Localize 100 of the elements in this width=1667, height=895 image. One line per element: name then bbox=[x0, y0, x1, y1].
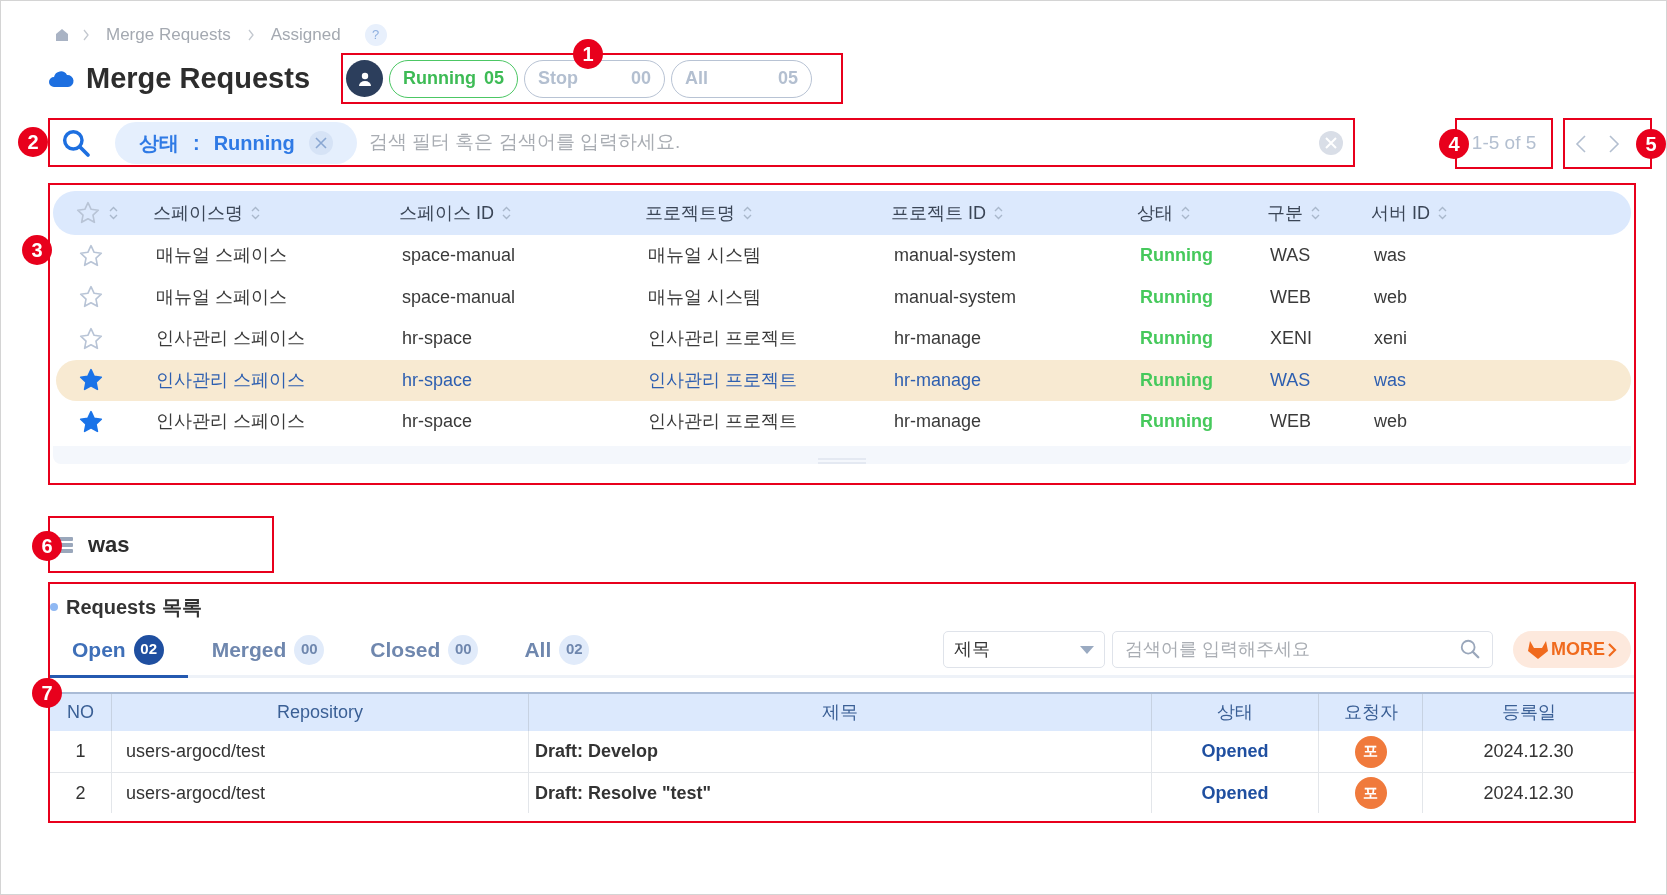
chip-key: 상태 bbox=[139, 127, 179, 158]
column-header[interactable]: 스페이스명 bbox=[153, 199, 243, 227]
table-cell-text: 1 bbox=[75, 740, 86, 763]
fox-icon bbox=[1527, 639, 1549, 660]
search-field[interactable]: 검색어를 입력해주세요 bbox=[1112, 631, 1493, 668]
resize-handle-icon[interactable] bbox=[818, 457, 866, 464]
sort-icon[interactable] bbox=[251, 206, 260, 220]
table-cell-text: 인사관리 스페이스 bbox=[156, 327, 306, 351]
column-header: NO bbox=[67, 701, 94, 724]
callout-badge: 3 bbox=[22, 235, 52, 265]
dropdown-icon bbox=[1080, 645, 1094, 654]
table-cell-text: 인사관리 프로젝트 bbox=[648, 410, 798, 434]
table-cell-text: users-argocd/test bbox=[126, 781, 266, 805]
column-header[interactable]: 상태 bbox=[1137, 199, 1173, 227]
column-header: 등록일 bbox=[1501, 701, 1556, 724]
chip-separator: : bbox=[193, 130, 200, 156]
table-cell-text: space-manual bbox=[402, 285, 517, 309]
tab[interactable]: Closed 00 bbox=[348, 622, 501, 677]
column-header[interactable]: 프로젝트 ID bbox=[891, 199, 986, 227]
home-icon[interactable] bbox=[54, 27, 70, 43]
column-header: 상태 bbox=[1217, 701, 1253, 724]
table-cell-text: hr-manage bbox=[894, 368, 983, 392]
table-cell-text: WEB bbox=[1270, 410, 1312, 434]
clear-icon[interactable] bbox=[1319, 130, 1344, 155]
avatar-icon[interactable] bbox=[346, 60, 383, 97]
table-cell-text: xeni bbox=[1374, 327, 1409, 351]
previous-page-icon[interactable] bbox=[1575, 133, 1588, 154]
table-cell-text: Draft: Develop bbox=[535, 740, 659, 763]
table-cell-text: web bbox=[1374, 410, 1409, 434]
table-cell-text: hr-space bbox=[402, 368, 474, 392]
table-cell-text: was bbox=[1374, 244, 1407, 268]
star-icon[interactable] bbox=[78, 325, 104, 352]
table-cell-text: 매뉴얼 스페이스 bbox=[156, 285, 288, 309]
chip-value: Running bbox=[213, 130, 295, 156]
table-cell-text: hr-space bbox=[402, 410, 474, 434]
status-text: Running bbox=[1140, 368, 1214, 392]
server-name: was bbox=[88, 531, 130, 559]
table-row[interactable]: 인사관리 스페이스 hr-space 인사관리 프로젝트 hr-manage Running WEB web bbox=[56, 401, 1631, 443]
table-cell-text: was bbox=[1374, 368, 1407, 392]
cloud-icon bbox=[48, 69, 74, 88]
table-cell-text: 매뉴얼 시스템 bbox=[648, 244, 762, 268]
sort-icon[interactable] bbox=[1438, 206, 1447, 220]
close-icon[interactable] bbox=[308, 130, 333, 155]
table-row[interactable]: 매뉴얼 스페이스 space-manual 매뉴얼 시스템 manual-system Running WEB web bbox=[56, 276, 1631, 318]
star-icon[interactable] bbox=[78, 242, 104, 269]
table-cell-text: XENI bbox=[1270, 327, 1313, 351]
table-cell-text: 인사관리 프로젝트 bbox=[648, 368, 798, 392]
table-cell-text: 인사관리 스페이스 bbox=[156, 410, 306, 434]
table-cell-text: 2 bbox=[75, 781, 86, 805]
sort-icon[interactable] bbox=[1181, 206, 1190, 220]
page-title: Merge Requests bbox=[86, 60, 311, 96]
table-cell-text: manual-system bbox=[894, 285, 1018, 309]
search-input[interactable]: 검색 필터 혹은 검색어를 입력하세요. bbox=[368, 128, 1320, 157]
table-cell-text: 매뉴얼 시스템 bbox=[648, 285, 762, 309]
table-cell-text: WEB bbox=[1270, 285, 1312, 309]
callout-badge: 7 bbox=[32, 678, 62, 708]
callout-badge: 6 bbox=[32, 531, 62, 561]
sort-icon[interactable] bbox=[743, 206, 752, 220]
pagination-range: 1-5 of 5 bbox=[1471, 131, 1537, 156]
filter-select[interactable]: 제목 bbox=[943, 631, 1105, 668]
next-page-icon[interactable] bbox=[1607, 133, 1620, 154]
table-cell-text: 2024.12.30 bbox=[1483, 781, 1574, 805]
filter-chip[interactable]: 상태 : Running bbox=[115, 121, 357, 164]
table-row[interactable]: 인사관리 스페이스 hr-space 인사관리 프로젝트 hr-manage Running XENI xeni bbox=[56, 318, 1631, 360]
table-cell-text: manual-system bbox=[894, 244, 1018, 268]
search-icon[interactable] bbox=[1459, 638, 1481, 660]
requester-avatar: 포 bbox=[1354, 777, 1387, 809]
status-text: Opened bbox=[1201, 740, 1269, 763]
callout-badge: 2 bbox=[18, 127, 48, 157]
sort-icon[interactable] bbox=[994, 206, 1003, 220]
table-cell-text: web bbox=[1374, 285, 1409, 309]
sort-icon[interactable] bbox=[1311, 206, 1320, 220]
table-cell-text: WAS bbox=[1270, 368, 1312, 392]
star-icon[interactable] bbox=[75, 200, 101, 226]
requester-avatar: 포 bbox=[1354, 735, 1387, 768]
bullet-icon bbox=[50, 603, 58, 611]
table-row[interactable]: 매뉴얼 스페이스 space-manual 매뉴얼 시스템 manual-system Running WAS was bbox=[56, 235, 1631, 277]
tab[interactable]: All 02 bbox=[502, 622, 612, 677]
column-header[interactable]: 스페이스 ID bbox=[399, 199, 494, 227]
status-text: Running bbox=[1140, 244, 1214, 268]
table-cell-text: hr-manage bbox=[894, 410, 983, 434]
tab[interactable]: Merged 00 bbox=[189, 622, 347, 677]
table-cell-text: Draft: Resolve "test" bbox=[535, 781, 712, 805]
star-icon[interactable] bbox=[78, 408, 104, 435]
section-title: Requests 목록 bbox=[66, 595, 202, 620]
tab[interactable]: Open 02 bbox=[50, 624, 188, 678]
table-cell-text: 2024.12.30 bbox=[1483, 740, 1574, 763]
column-header[interactable]: 프로젝트명 bbox=[645, 199, 735, 227]
chevron-icon bbox=[246, 29, 255, 41]
search-bar[interactable]: 상태 : Running 검색 필터 혹은 검색어를 입력하세요. bbox=[48, 118, 1356, 167]
column-header: Repository bbox=[276, 701, 363, 724]
sort-icon[interactable] bbox=[109, 206, 118, 220]
column-header[interactable]: 서버 ID bbox=[1371, 199, 1430, 227]
table-row[interactable]: 인사관리 스페이스 hr-space 인사관리 프로젝트 hr-manage Running WAS was bbox=[56, 359, 1631, 401]
callout-badge: 1 bbox=[573, 39, 603, 69]
status-text: Opened bbox=[1201, 781, 1269, 805]
status-text: Running bbox=[1140, 327, 1214, 351]
column-header[interactable]: 구분 bbox=[1267, 199, 1303, 227]
sort-icon[interactable] bbox=[502, 206, 511, 220]
chevron-right-icon bbox=[1607, 641, 1617, 658]
